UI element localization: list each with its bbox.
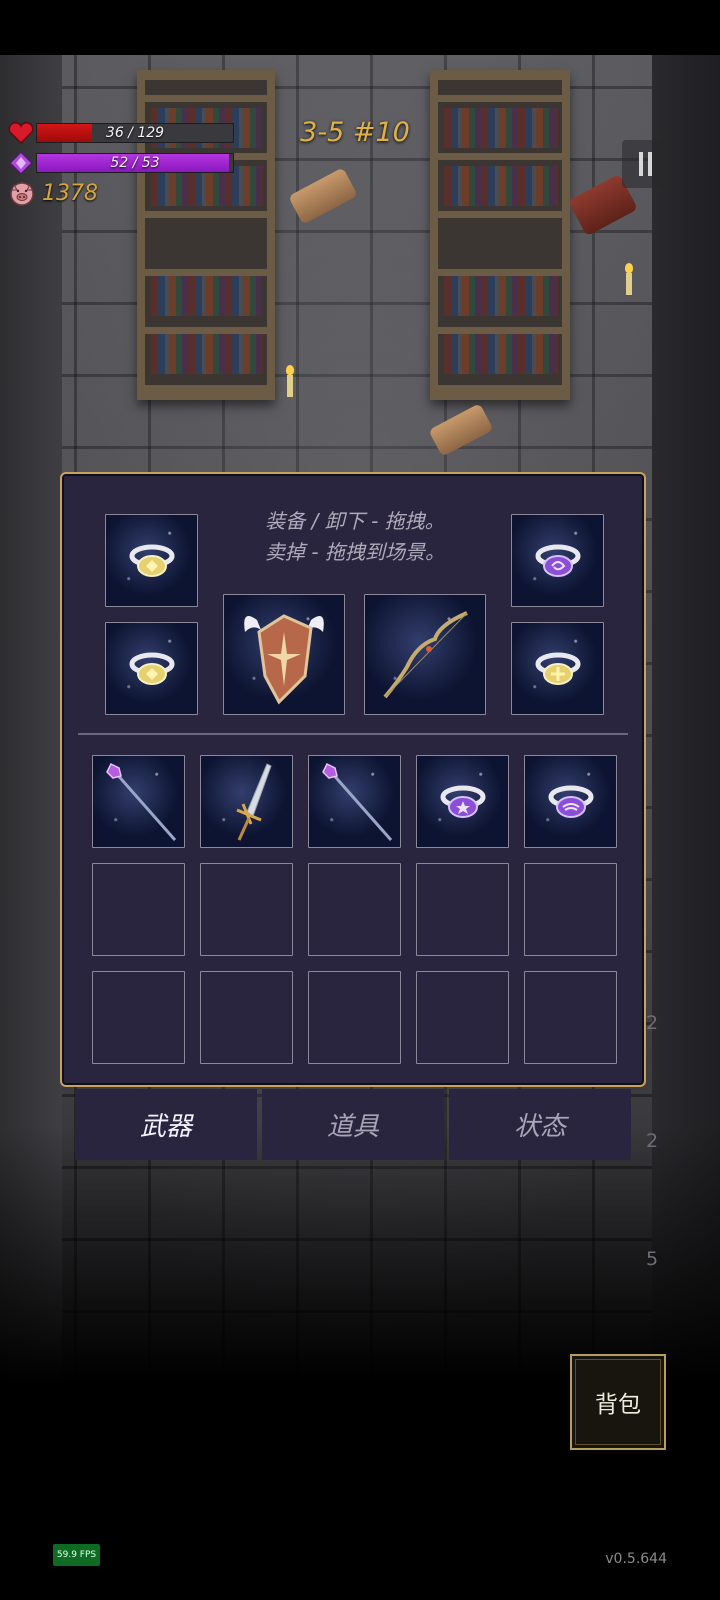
tab-weapons[interactable]: 武器 [75,1089,257,1160]
heart-icon [8,122,34,144]
scroll-prop [428,403,494,457]
hint-sell: 卖掉 - 拖拽到场景。 [265,540,445,564]
equip-slot-weapon[interactable] [364,594,486,715]
candle [286,365,294,397]
purple-ring-icon [535,544,580,577]
stage-label: 3-5 #10 [300,117,410,148]
staff-icon [321,762,392,841]
bag-slot[interactable] [92,755,185,848]
bag-slot[interactable] [308,755,401,848]
bag-slot[interactable] [200,755,293,848]
gold-amount: 1378 [42,180,98,206]
equip-slot-ring[interactable] [105,514,198,607]
inventory-tabs: 武器 道具 状态 [75,1089,631,1160]
mana-crystal-icon [8,151,34,175]
bag-slot-empty[interactable] [200,971,293,1064]
bow-icon [383,610,468,698]
hint-equip: 装备 / 卸下 - 拖拽。 [265,509,445,533]
mp-text: 52 / 53 [110,155,160,171]
bag-slot-empty[interactable] [92,863,185,956]
gold-ring-icon [129,544,174,577]
pause-button[interactable] [622,140,668,188]
bag-slot-empty[interactable] [416,971,509,1064]
mp-bar: 52 / 53 [36,153,234,173]
piggy-bank-icon [10,182,34,206]
bag-slot-empty[interactable] [308,971,401,1064]
tab-items[interactable]: 道具 [262,1089,444,1160]
bookshelf [430,70,570,400]
gold-ring-icon [129,652,174,685]
staff-icon [105,762,176,841]
equip-slot-ring[interactable] [511,514,604,607]
gold-row: 1378 [8,179,98,207]
inventory-panel: 装备 / 卸下 - 拖拽。 卖掉 - 拖拽到场景。 [60,472,646,1087]
backpack-button[interactable]: 背包 [570,1354,666,1450]
side-counter: 5 [646,1248,659,1270]
dagger-icon [235,762,272,841]
side-counter: 2 [646,1012,659,1034]
hp-text: 36 / 129 [105,125,165,141]
hp-bar: 36 / 129 [36,123,234,143]
bookshelf [137,70,275,400]
bag-slot-empty[interactable] [524,863,617,956]
purple-ring-icon [440,785,485,818]
equip-slot-offhand[interactable] [223,594,345,715]
mp-row: 52 / 53 [8,151,234,175]
winged-shield-icon [244,614,324,705]
equip-slot-ring[interactable] [105,622,198,715]
hp-row: 36 / 129 [8,122,234,144]
fps-counter: 59.9 FPS [53,1544,100,1566]
candle [625,263,633,295]
bag-slot-empty[interactable] [308,863,401,956]
purple-ring-icon [548,785,593,818]
gold-ring-icon [535,652,580,685]
tab-status[interactable]: 状态 [449,1089,631,1160]
bag-slot[interactable] [524,755,617,848]
bag-slot-empty[interactable] [416,863,509,956]
bag-slot-empty[interactable] [200,863,293,956]
bag-slot-empty[interactable] [524,971,617,1064]
bag-slot-empty[interactable] [92,971,185,1064]
bag-slot[interactable] [416,755,509,848]
inventory-hint: 装备 / 卸下 - 拖拽。 卖掉 - 拖拽到场景。 [212,506,498,568]
equip-slot-ring[interactable] [511,622,604,715]
side-counter: 2 [646,1130,659,1152]
scroll-prop [288,167,358,225]
inventory-divider [78,733,628,735]
version-label: v0.5.644 [605,1551,667,1567]
